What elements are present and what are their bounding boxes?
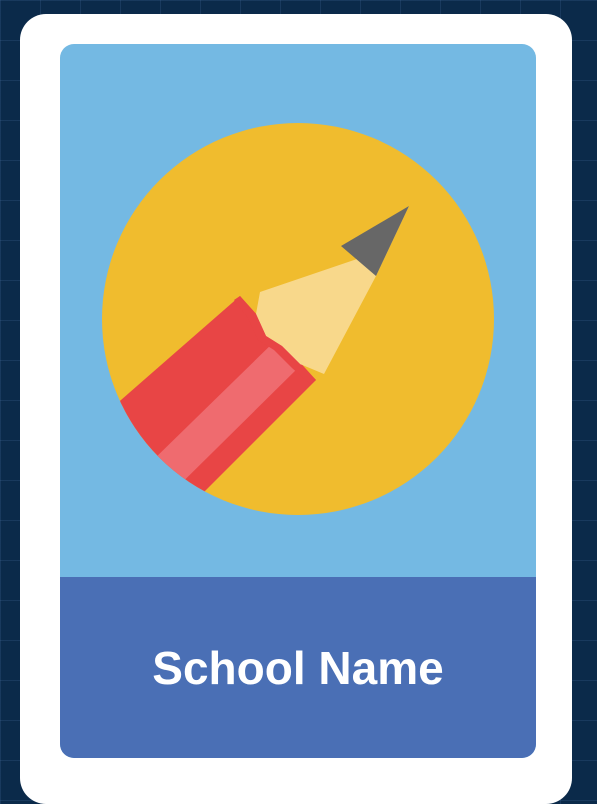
school-name: School Name	[152, 641, 444, 694]
card-panel: School Name	[60, 44, 536, 758]
card-footer: School Name	[60, 577, 536, 758]
pencil-icon	[102, 123, 494, 515]
school-card[interactable]: School Name	[20, 14, 572, 804]
